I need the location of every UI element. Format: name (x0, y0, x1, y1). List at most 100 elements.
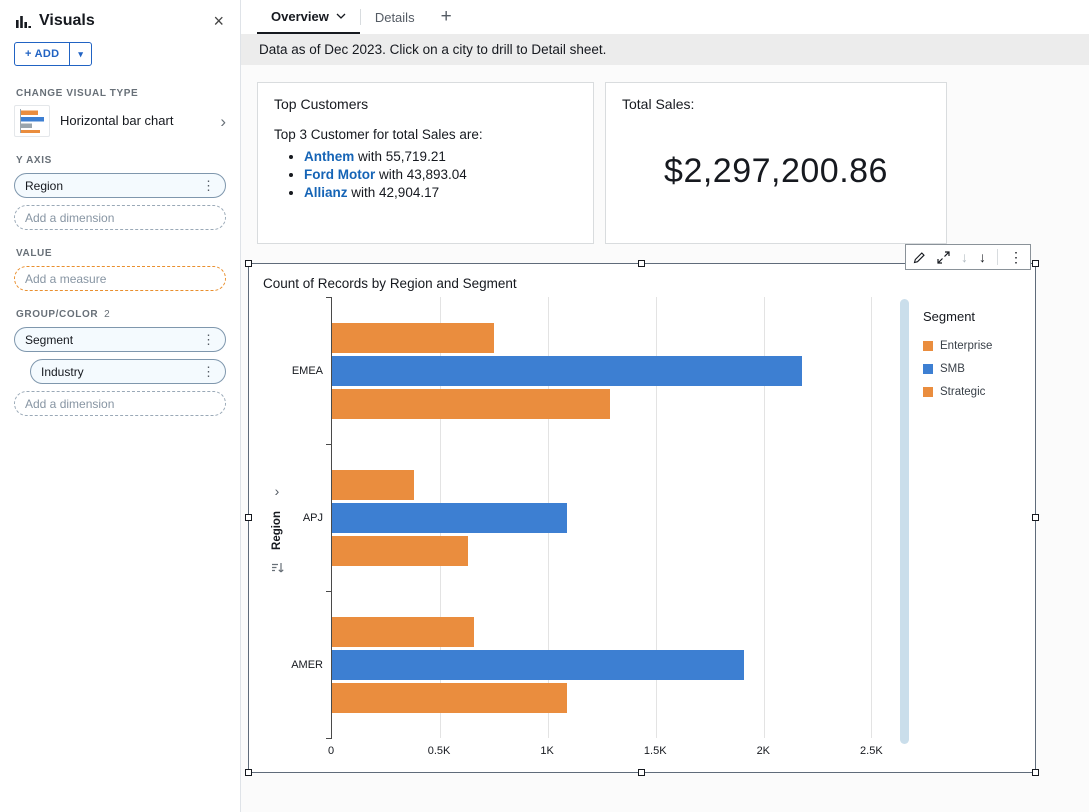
legend-swatch (923, 387, 933, 397)
visual-toolbar: ↓ ↓ ⋮ (905, 244, 1031, 270)
x-axis: 0 0.5K 1K 1.5K 2K 2.5K (331, 738, 893, 760)
customer-detail: with 42,904.17 (351, 185, 439, 200)
bar-amer-strategic[interactable] (332, 683, 567, 713)
x-tick-label: 1.5K (644, 745, 667, 757)
sort-icon[interactable] (271, 562, 284, 574)
chart-scrollbar[interactable] (900, 299, 909, 744)
arrow-down-icon[interactable]: ↓ (979, 250, 986, 264)
customer-link[interactable]: Ford Motor (304, 167, 375, 182)
bar-emea-enterprise[interactable] (332, 323, 494, 353)
placeholder-label: Add a dimension (25, 397, 114, 411)
legend-item-strategic[interactable]: Strategic (923, 386, 1021, 398)
group-color-label: GROUP/COLOR (16, 309, 98, 320)
menu-kebab-icon[interactable]: ⋮ (1009, 250, 1023, 264)
legend-label: SMB (940, 363, 965, 375)
visuals-panel: Visuals × + ADD ▾ CHANGE VISUAL TYPE Hor… (0, 0, 241, 812)
resize-handle[interactable] (1032, 260, 1039, 267)
resize-handle[interactable] (1032, 514, 1039, 521)
field-well-segment[interactable]: Segment ⋮ (14, 327, 226, 352)
list-item: Allianz with 42,904.17 (304, 185, 577, 200)
card-title: Top Customers (274, 96, 577, 112)
value-section-label: VALUE (16, 248, 224, 259)
legend-swatch (923, 364, 933, 374)
y-axis-field-well: › Region (263, 297, 291, 760)
y-axis-category-label[interactable]: APJ (291, 444, 331, 591)
legend-item-smb[interactable]: SMB (923, 363, 1021, 375)
bar-group-apj (332, 444, 893, 591)
close-icon[interactable]: × (213, 12, 224, 30)
bar-group-amer (332, 591, 893, 738)
add-dimension-group-color[interactable]: Add a dimension (14, 391, 226, 416)
resize-handle[interactable] (245, 260, 252, 267)
visual-type-name: Horizontal bar chart (60, 113, 180, 130)
tab-overview-label: Overview (271, 9, 329, 24)
add-measure-value[interactable]: Add a measure (14, 266, 226, 291)
legend-label: Strategic (940, 386, 985, 398)
visual-type-selector[interactable]: Horizontal bar chart › (14, 105, 226, 137)
list-item: Anthem with 55,719.21 (304, 149, 577, 164)
info-bar-text: Data as of Dec 2023. Click on a city to … (259, 42, 606, 57)
x-tick-label: 1K (540, 745, 553, 757)
bar-chart-icon (16, 14, 31, 28)
bar-apj-strategic[interactable] (332, 536, 468, 566)
chevron-down-icon[interactable] (336, 13, 346, 19)
kebab-icon[interactable]: ⋮ (202, 364, 215, 380)
list-item: Ford Motor with 43,893.04 (304, 167, 577, 182)
y-axis-section-label: Y AXIS (16, 155, 224, 166)
change-visual-type-label: CHANGE VISUAL TYPE (16, 88, 224, 99)
total-sales-card[interactable]: Total Sales: $2,297,200.86 (605, 82, 947, 244)
visuals-panel-header: Visuals × (0, 12, 240, 40)
resize-handle[interactable] (245, 514, 252, 521)
plot-area (331, 297, 893, 738)
y-axis-category-label[interactable]: EMEA (291, 297, 331, 444)
field-well-industry[interactable]: Industry ⋮ (30, 359, 226, 384)
resize-handle[interactable] (638, 260, 645, 267)
bar-amer-enterprise[interactable] (332, 617, 474, 647)
expand-chevron-icon[interactable]: › (275, 483, 280, 499)
x-tick-label: 2.5K (860, 745, 883, 757)
y-axis-title[interactable]: Region (271, 511, 283, 550)
maximize-icon[interactable] (937, 251, 950, 264)
add-dropdown-caret-icon[interactable]: ▾ (69, 43, 91, 65)
tab-details[interactable]: Details (361, 0, 429, 34)
add-visual-button[interactable]: + ADD ▾ (14, 42, 92, 66)
bar-amer-smb[interactable] (332, 650, 744, 680)
bar-apj-enterprise[interactable] (332, 470, 414, 500)
kebab-icon[interactable]: ⋮ (202, 332, 215, 348)
kebab-icon[interactable]: ⋮ (202, 178, 215, 194)
edit-pencil-icon[interactable] (913, 251, 926, 264)
legend-item-enterprise[interactable]: Enterprise (923, 340, 1021, 352)
resize-handle[interactable] (245, 769, 252, 776)
x-tick-label: 0 (328, 745, 334, 757)
main-area: Overview Details + Data as of Dec 2023. … (241, 0, 1089, 812)
tab-overview[interactable]: Overview (257, 0, 360, 34)
placeholder-label: Add a measure (25, 272, 106, 286)
add-button-label[interactable]: + ADD (15, 43, 69, 65)
field-label: Region (25, 179, 63, 193)
legend-label: Enterprise (940, 340, 992, 352)
x-tick-label: 2K (757, 745, 770, 757)
selected-visual[interactable]: ↓ ↓ ⋮ Count of Records by Region and Seg… (248, 263, 1036, 773)
y-axis-category-label[interactable]: AMER (291, 591, 331, 738)
x-tick-label: 0.5K (428, 745, 451, 757)
arrow-down-disabled-icon: ↓ (961, 250, 968, 264)
group-color-section-label: GROUP/COLOR2 (16, 309, 224, 320)
bar-emea-smb[interactable] (332, 356, 802, 386)
total-sales-value: $2,297,200.86 (622, 112, 930, 230)
add-sheet-button[interactable]: + (429, 0, 464, 34)
customer-link[interactable]: Allianz (304, 185, 348, 200)
field-well-region[interactable]: Region ⋮ (14, 173, 226, 198)
plus-icon: + (441, 6, 452, 28)
customer-link[interactable]: Anthem (304, 149, 354, 164)
add-dimension-y-axis[interactable]: Add a dimension (14, 205, 226, 230)
bar-apj-smb[interactable] (332, 503, 567, 533)
scrollbar-track (893, 297, 915, 760)
resize-handle[interactable] (638, 769, 645, 776)
top-customers-intro: Top 3 Customer for total Sales are: (274, 127, 577, 142)
resize-handle[interactable] (1032, 769, 1039, 776)
bar-emea-strategic[interactable] (332, 389, 610, 419)
field-label: Industry (41, 365, 84, 379)
top-customers-card[interactable]: Top Customers Top 3 Customer for total S… (257, 82, 594, 244)
chevron-right-icon: › (220, 113, 226, 130)
chart-title: Count of Records by Region and Segment (263, 276, 1021, 291)
